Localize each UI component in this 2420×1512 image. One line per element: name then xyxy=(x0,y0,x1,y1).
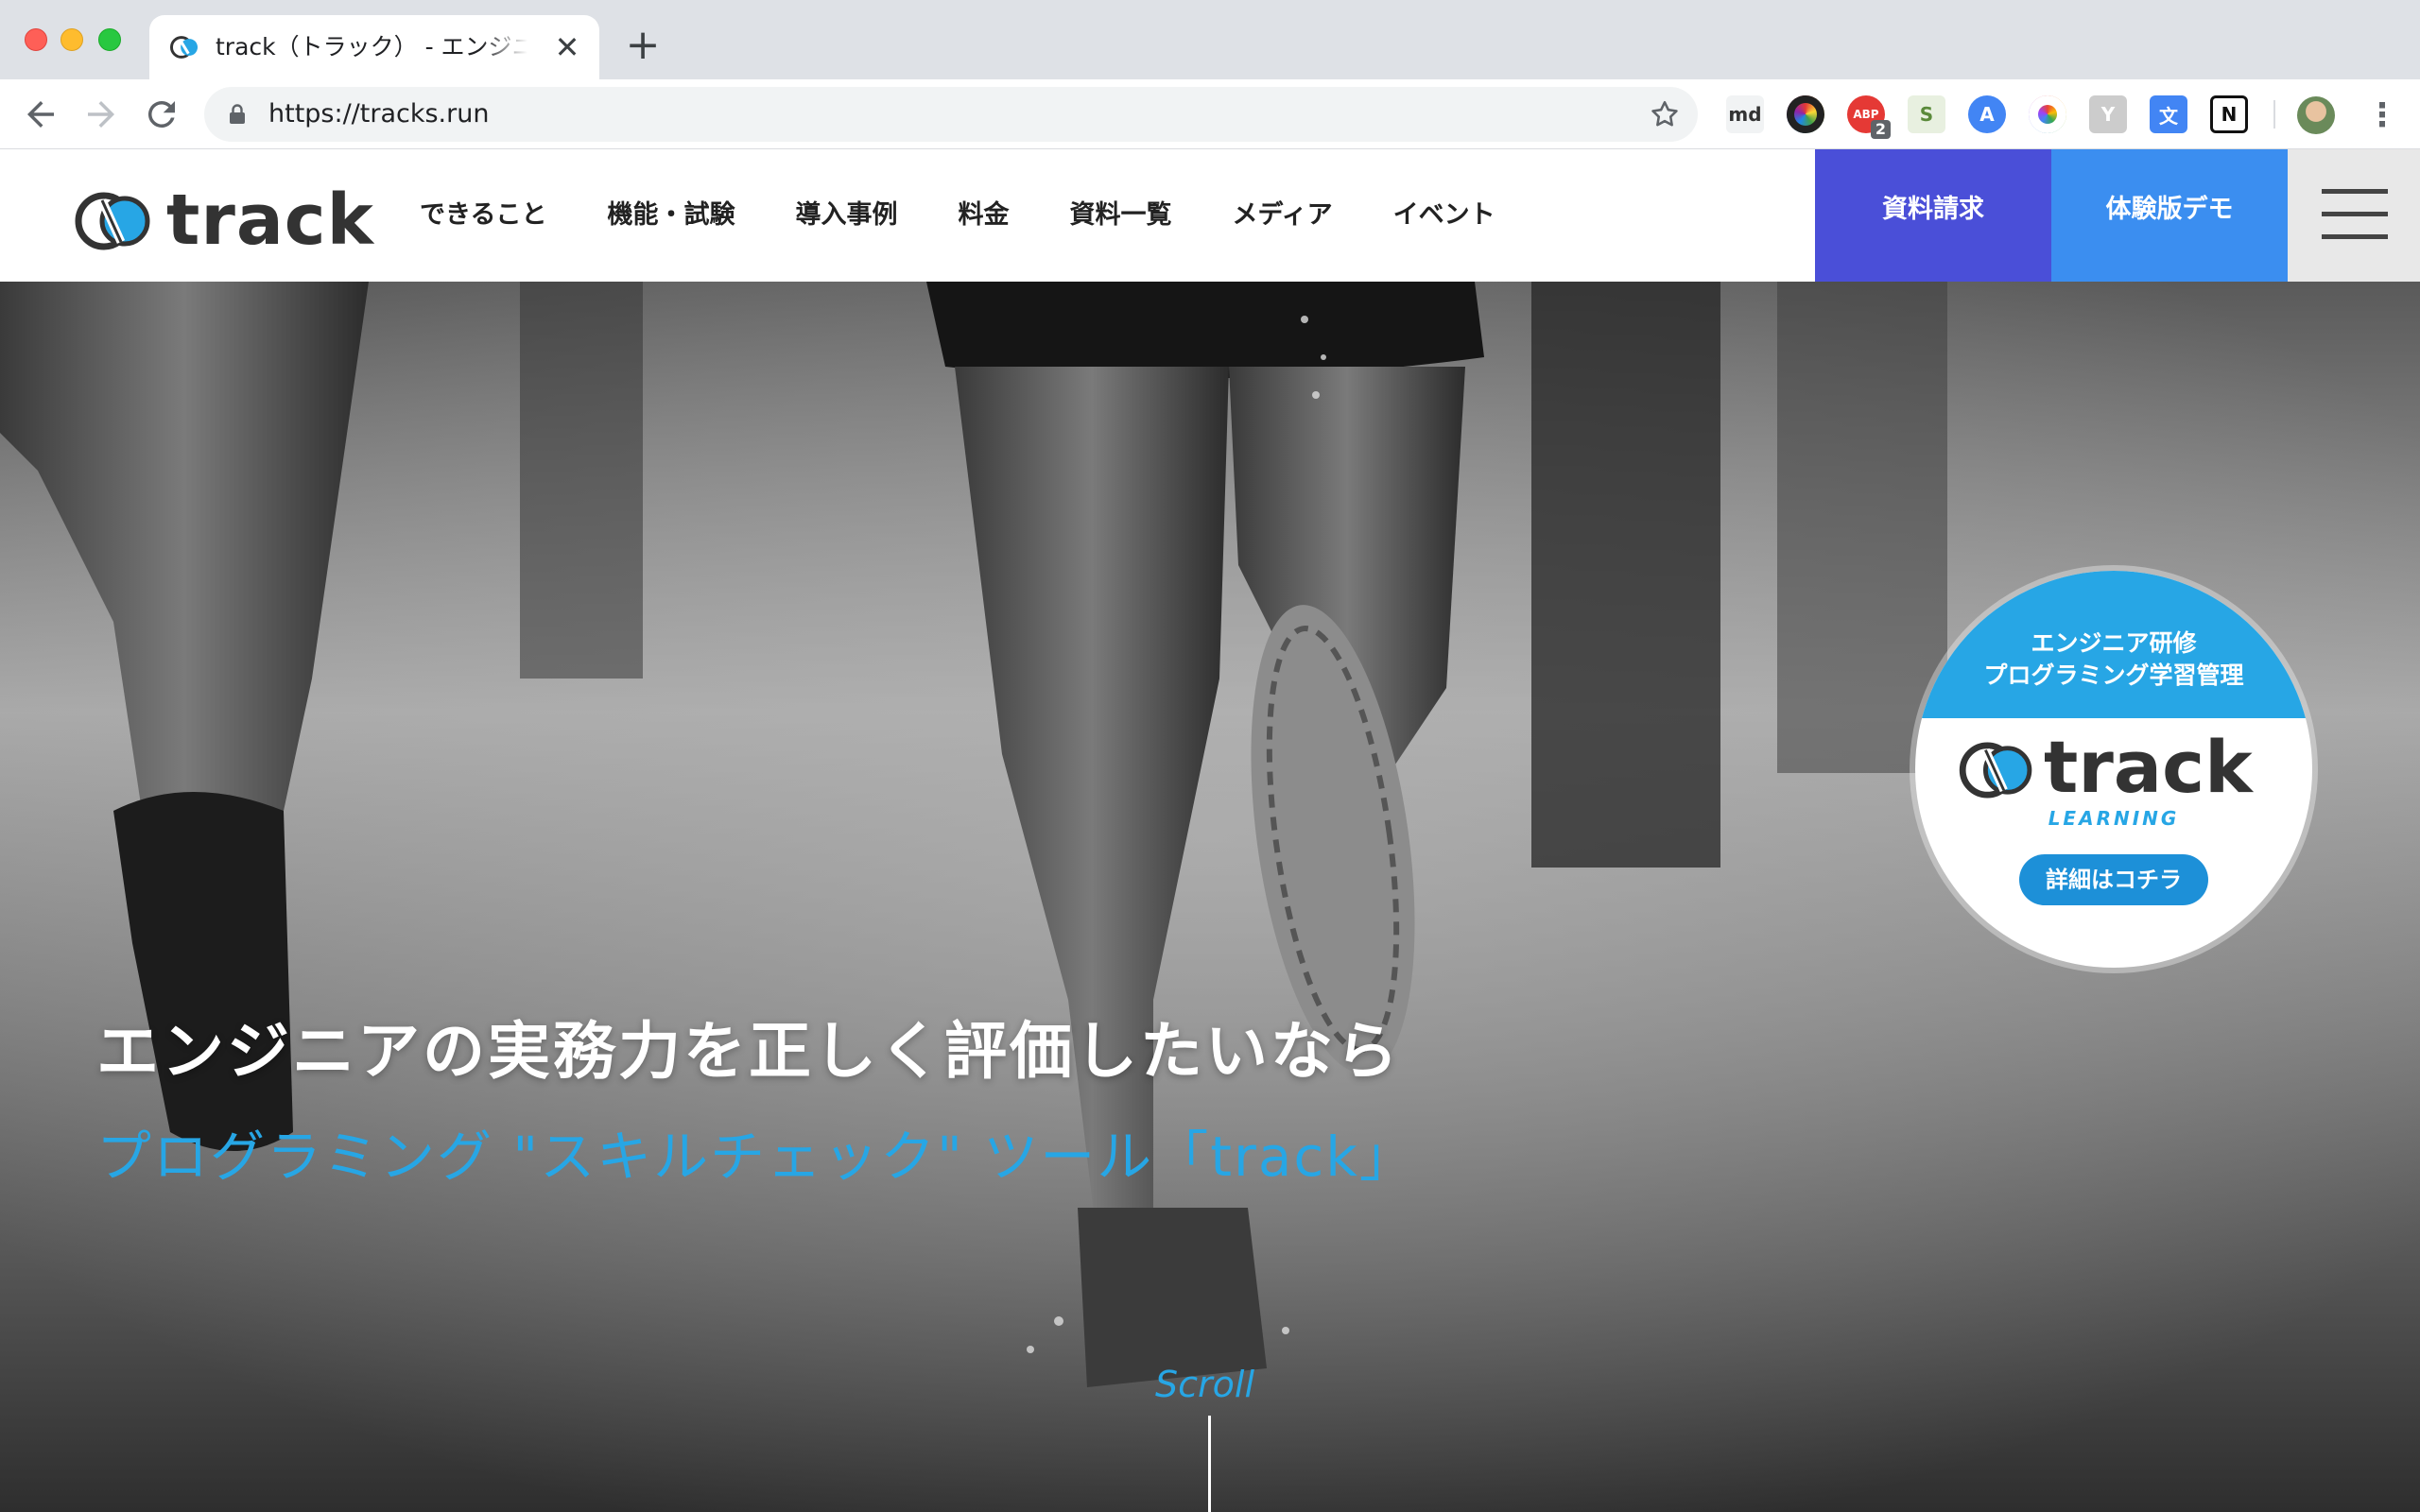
browser-toolbar: https://tracks.run md ABP 2 S A Y 文 N ⋮ xyxy=(0,79,2420,149)
hero-section: エンジニアの実務力を正しく評価したいなら プログラミング "スキルチェック" ツ… xyxy=(0,282,2420,1512)
nav-item-features[interactable]: 機能・試験 xyxy=(607,197,735,234)
scroll-indicator-label[interactable]: Scroll xyxy=(1155,1361,1254,1408)
track-favicon-icon xyxy=(170,36,199,59)
color-wheel-dark-icon[interactable] xyxy=(1787,95,1824,133)
notion-icon[interactable]: N xyxy=(2210,95,2248,133)
web-page: track できること 機能・試験 導入事例 料金 資料一覧 メディア イベント… xyxy=(0,149,2420,1512)
sheet-extension-icon-label: S xyxy=(1919,103,1934,126)
sheet-extension-icon[interactable]: S xyxy=(1908,95,1945,133)
minimize-window-button[interactable] xyxy=(60,28,83,51)
translate-icon[interactable]: 文 xyxy=(2150,95,2187,133)
extension-badge-count: 2 xyxy=(1870,120,1891,139)
trial-demo-button[interactable]: 体験版デモ xyxy=(2051,149,2288,282)
a-arrow-icon[interactable]: A xyxy=(1968,95,2006,133)
browser-tab-bar: track（トラック） - エンジニアの ✕ + xyxy=(0,0,2420,79)
badge-line1: エンジニア研修 xyxy=(2031,629,2197,657)
scroll-indicator-line xyxy=(1208,1416,1211,1512)
tab-title: track（トラック） - エンジニアの xyxy=(216,33,527,60)
track-learning-badge[interactable]: エンジニア研修 プログラミング学習管理 track LEARNING 詳細はコチ… xyxy=(1915,571,2312,968)
close-window-button[interactable] xyxy=(25,28,47,51)
toolbar-separator xyxy=(2273,100,2275,129)
forward-arrow-icon[interactable] xyxy=(81,94,121,134)
address-bar[interactable]: https://tracks.run xyxy=(204,87,1698,142)
browser-menu-icon[interactable]: ⋮ xyxy=(2363,96,2401,134)
nav-item-pricing[interactable]: 料金 xyxy=(958,197,1009,234)
site-header: track できること 機能・試験 導入事例 料金 資料一覧 メディア イベント… xyxy=(0,149,2420,282)
md-icon-label: md xyxy=(1728,103,1762,126)
nav-item-capabilities[interactable]: できること xyxy=(420,197,546,234)
nav-item-media[interactable]: メディア xyxy=(1232,197,1332,234)
badge-learning-label: LEARNING xyxy=(2048,807,2180,830)
profile-avatar[interactable] xyxy=(2297,96,2335,134)
md-icon[interactable]: md xyxy=(1726,95,1764,133)
tab-close-icon[interactable]: ✕ xyxy=(550,30,584,64)
nav-item-events[interactable]: イベント xyxy=(1393,197,1495,234)
new-tab-button[interactable]: + xyxy=(620,23,666,68)
main-nav: できること 機能・試験 導入事例 料金 資料一覧 メディア イベント xyxy=(420,197,1495,234)
back-arrow-icon[interactable] xyxy=(21,94,60,134)
y-icon[interactable]: Y xyxy=(2089,95,2127,133)
badge-line2: プログラミング学習管理 xyxy=(1983,662,2244,689)
url-text: https://tracks.run xyxy=(268,99,490,129)
maximize-window-button[interactable] xyxy=(98,28,121,51)
track-logo-mark-icon xyxy=(75,192,150,250)
y-icon-label: Y xyxy=(2100,103,2116,126)
adblock-icon[interactable]: ABP 2 xyxy=(1847,95,1891,139)
hero-subtitle: プログラミング "スキルチェック" ツール「track」 xyxy=(96,1125,1416,1189)
badge-details-button[interactable]: 詳細はコチラ xyxy=(2019,854,2208,905)
site-logo[interactable]: track xyxy=(74,180,373,261)
notion-icon-label: N xyxy=(2221,103,2238,126)
hero-title: エンジニアの実務力を正しく評価したいなら xyxy=(96,1015,1401,1088)
badge-logo-text: track xyxy=(2044,725,2253,809)
request-documents-button[interactable]: 資料請求 xyxy=(1815,149,2051,282)
reload-icon[interactable] xyxy=(142,94,182,134)
a-arrow-icon-label: A xyxy=(1979,103,1995,126)
logo-text: track xyxy=(166,180,374,261)
bookmark-star-icon[interactable] xyxy=(1649,98,1681,130)
browser-tab-active[interactable]: track（トラック） - エンジニアの ✕ xyxy=(149,15,599,79)
nav-item-documents[interactable]: 資料一覧 xyxy=(1069,197,1171,234)
lock-icon[interactable] xyxy=(229,104,246,125)
adblock-icon-label: ABP xyxy=(1853,108,1879,121)
hamburger-menu-icon[interactable] xyxy=(2288,149,2420,282)
translate-icon-label: 文 xyxy=(2159,104,2178,128)
nav-item-cases[interactable]: 導入事例 xyxy=(795,197,897,234)
track-logo-mark-icon xyxy=(1959,742,2032,799)
badge-logo: track xyxy=(1957,725,2278,809)
color-ring-icon[interactable] xyxy=(2029,95,2066,133)
